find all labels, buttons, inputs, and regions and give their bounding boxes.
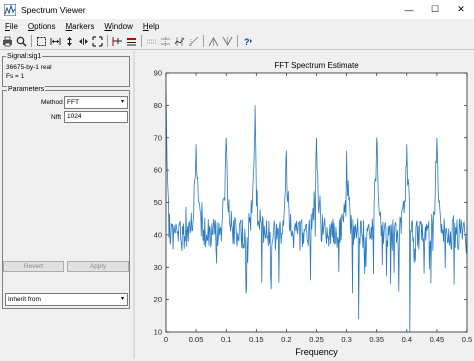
- zoom-in-icon[interactable]: [16, 36, 27, 47]
- close-button[interactable]: ✕: [448, 0, 474, 19]
- marker-list-icon[interactable]: [126, 36, 137, 47]
- x-tick-label: 0.1: [221, 335, 231, 344]
- track-markers-icon[interactable]: [174, 36, 185, 47]
- toolbar-separator: [141, 35, 142, 47]
- vertical-markers-icon[interactable]: [146, 36, 157, 47]
- signal-size: 36675-by-1 real: [6, 64, 52, 71]
- signal-group: Signal:sig1 36675-by-1 real Fs = 1: [2, 53, 130, 87]
- menu-options[interactable]: Options: [23, 22, 61, 31]
- menu-bar: File Options Markers Window Help: [0, 19, 474, 33]
- x-tick-label: 0.4: [402, 335, 412, 344]
- slope-markers-icon[interactable]: [188, 36, 199, 47]
- left-panel: Signal:sig1 36675-by-1 real Fs = 1 Param…: [0, 51, 133, 359]
- x-tick-label: 0.3: [341, 335, 351, 344]
- apply-button[interactable]: Apply: [67, 261, 129, 272]
- parameters-group: Parameters Method FFT ▾ Nfft 1024 Inheri…: [2, 86, 130, 309]
- parameters-title: Parameters: [7, 86, 46, 94]
- select-box-icon[interactable]: [36, 36, 47, 47]
- x-tick-label: 0.35: [369, 335, 384, 344]
- help-icon[interactable]: ?: [242, 36, 253, 47]
- revert-button[interactable]: Revert: [3, 261, 64, 272]
- y-tick-label: 10: [154, 328, 162, 337]
- menu-file[interactable]: File: [0, 22, 23, 31]
- svg-text:?: ?: [244, 37, 250, 47]
- y-tick-label: 20: [154, 295, 162, 304]
- peaks-icon[interactable]: [208, 36, 219, 47]
- inherit-value: Inherit from: [8, 296, 41, 303]
- full-view-icon[interactable]: [92, 35, 103, 47]
- y-tick-label: 40: [154, 230, 162, 239]
- spectrum-chart[interactable]: 0 0.05 0.1 0.15 0.2 0.25 0.3 0.35 0.4 0.45 0.5 10 20…: [135, 51, 474, 359]
- close-icon: ✕: [457, 4, 465, 14]
- menu-markers[interactable]: Markers: [61, 22, 100, 31]
- title-bar: Spectrum Viewer — ☐ ✕: [0, 0, 474, 19]
- zoom-x-icon[interactable]: [50, 36, 61, 47]
- nfft-value: 1024: [67, 113, 82, 120]
- maximize-icon: ☐: [430, 4, 440, 14]
- axes-background: [166, 73, 467, 332]
- valleys-icon[interactable]: [222, 36, 233, 47]
- window-title: Spectrum Viewer: [21, 4, 86, 15]
- spectrum-app-icon: [4, 3, 16, 16]
- x-tick-label: 0.05: [189, 335, 204, 344]
- maximize-button[interactable]: ☐: [422, 0, 448, 19]
- method-select[interactable]: FFT ▾: [64, 96, 128, 109]
- y-tick-label: 30: [154, 263, 162, 272]
- nfft-field[interactable]: 1024: [64, 111, 128, 123]
- menu-help[interactable]: Help: [138, 22, 164, 31]
- toolbar-separator: [237, 35, 238, 47]
- inherit-select[interactable]: Inherit from ▾: [5, 293, 128, 306]
- x-tick-label: 0.2: [281, 335, 291, 344]
- x-tick-label: 0.15: [249, 335, 264, 344]
- signal-fs: Fs = 1: [6, 72, 25, 80]
- signal-title: Signal:sig1: [6, 53, 43, 61]
- horizontal-markers-icon[interactable]: [160, 36, 171, 47]
- y-tick-label: 60: [154, 166, 162, 175]
- method-value: FFT: [67, 99, 79, 106]
- y-tick-label: 70: [154, 133, 162, 142]
- expand-x-icon[interactable]: [78, 36, 89, 47]
- x-tick-label: 0: [164, 335, 168, 344]
- x-tick-label: 0.45: [430, 335, 445, 344]
- ruler-icon[interactable]: [112, 36, 123, 47]
- toolbar-separator: [107, 35, 108, 47]
- y-tick-label: 50: [154, 198, 162, 207]
- minimize-button[interactable]: —: [396, 0, 422, 19]
- y-tick-label: 80: [154, 101, 162, 110]
- toolbar: ?: [0, 33, 474, 50]
- plot-area: 0 0.05 0.1 0.15 0.2 0.25 0.3 0.35 0.4 0.45 0.5 10 20…: [135, 51, 474, 359]
- zoom-y-icon[interactable]: [64, 36, 75, 47]
- chart-title: FFT Spectrum Estimate: [274, 61, 359, 70]
- menu-window[interactable]: Window: [99, 22, 137, 31]
- y-tick-label: 90: [154, 69, 162, 78]
- print-icon[interactable]: [2, 36, 13, 47]
- chevron-down-icon: ▾: [120, 99, 124, 105]
- method-label: Method: [41, 99, 63, 106]
- nfft-label: Nfft: [51, 114, 61, 121]
- x-axis-label: Frequency: [295, 347, 338, 357]
- x-tick-label: 0.25: [309, 335, 324, 344]
- chevron-down-icon: ▾: [120, 296, 124, 302]
- x-tick-label: 0.5: [462, 335, 472, 344]
- toolbar-separator: [31, 35, 32, 47]
- minimize-icon: —: [404, 4, 414, 15]
- toolbar-separator: [203, 35, 204, 47]
